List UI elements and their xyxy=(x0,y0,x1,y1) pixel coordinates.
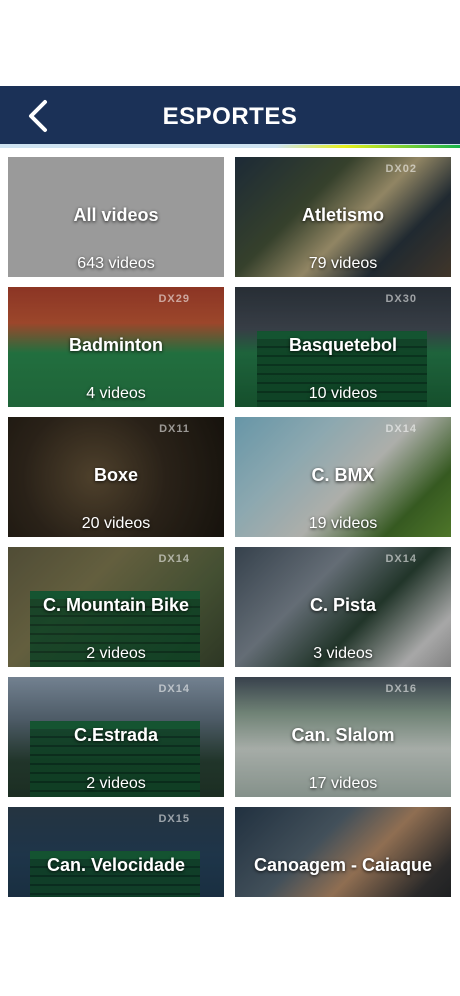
tile-canoagem-caiaque[interactable]: Canoagem - Caiaque xyxy=(233,805,453,897)
sports-grid: All videos 643 videos DX02 Atletismo 79 … xyxy=(6,155,455,897)
tile-basquetebol[interactable]: DX30 Basquetebol 10 videos xyxy=(233,285,453,409)
tile-all-videos[interactable]: All videos 643 videos xyxy=(6,155,226,279)
channel-badge: DX29 xyxy=(158,293,190,305)
channel-badge: DX16 xyxy=(385,683,417,695)
tile-atletismo[interactable]: DX02 Atletismo 79 videos xyxy=(233,155,453,279)
tile-c-mountain-bike[interactable]: DX14 C. Mountain Bike 2 videos xyxy=(6,545,226,669)
tile-can-velocidade[interactable]: DX15 Can. Velocidade xyxy=(6,805,226,897)
tile-name: Canoagem - Caiaque xyxy=(253,855,433,875)
tile-name: C. Pista xyxy=(309,595,377,615)
page-title: ESPORTES xyxy=(162,103,298,130)
tile-can-slalom[interactable]: DX16 Can. Slalom 17 videos xyxy=(233,675,453,799)
tile-count: 2 videos xyxy=(86,645,146,662)
tile-count: 19 videos xyxy=(308,515,378,532)
tile-count: 20 videos xyxy=(81,515,151,532)
channel-badge: DX14 xyxy=(158,553,190,565)
channel-badge: DX14 xyxy=(385,553,417,565)
tile-name: C.Estrada xyxy=(73,725,159,745)
tile-name: C. Mountain Bike xyxy=(42,595,189,615)
tile-badminton[interactable]: DX29 Badminton 4 videos xyxy=(6,285,226,409)
channel-badge: DX15 xyxy=(158,813,190,825)
tile-count: 4 videos xyxy=(86,385,146,402)
tile-boxe[interactable]: DX11 Boxe 20 videos xyxy=(6,415,226,539)
tile-count: 643 videos xyxy=(77,255,155,272)
channel-badge: DX14 xyxy=(385,423,417,435)
tile-name: Basquetebol xyxy=(288,335,398,355)
tile-count: 17 videos xyxy=(308,775,378,792)
tile-name: All videos xyxy=(73,205,159,225)
tile-c-bmx[interactable]: DX14 C. BMX 19 videos xyxy=(233,415,453,539)
tile-name: Boxe xyxy=(93,465,138,485)
tile-c-estrada[interactable]: DX14 C.Estrada 2 videos xyxy=(6,675,226,799)
channel-badge: DX30 xyxy=(385,293,417,305)
tile-c-pista[interactable]: DX14 C. Pista 3 videos xyxy=(233,545,453,669)
sports-screen: ESPORTES All videos 643 videos DX02 Atle… xyxy=(0,0,460,996)
tile-name: Badminton xyxy=(69,335,163,355)
tile-count: 2 videos xyxy=(86,775,146,792)
tile-count: 79 videos xyxy=(308,255,378,272)
header-stripe xyxy=(0,145,460,148)
channel-badge: DX11 xyxy=(159,423,190,435)
tile-count: 3 videos xyxy=(313,645,373,662)
header-bar: ESPORTES xyxy=(0,86,460,148)
tile-name: Can. Slalom xyxy=(291,725,395,745)
channel-badge: DX14 xyxy=(158,683,190,695)
tile-count: 10 videos xyxy=(308,385,378,402)
tile-name: C. BMX xyxy=(311,465,375,485)
tile-name: Atletismo xyxy=(301,205,384,225)
channel-badge: DX02 xyxy=(385,163,417,175)
tile-name: Can. Velocidade xyxy=(46,855,186,875)
